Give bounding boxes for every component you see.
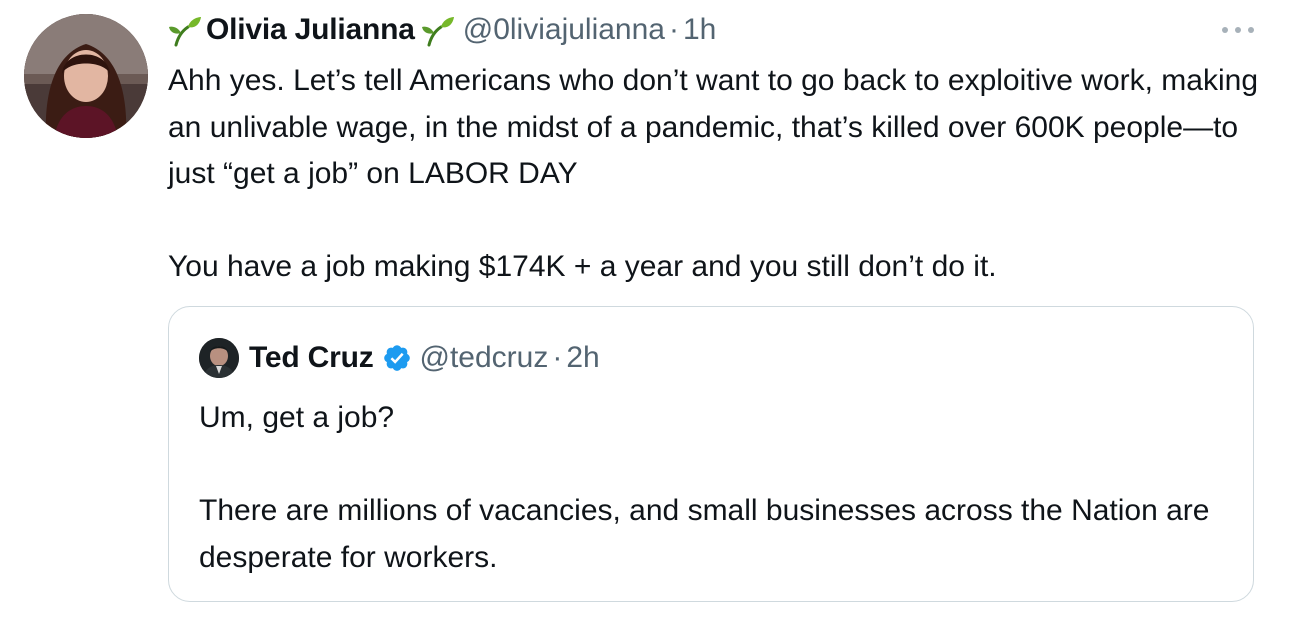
tweet[interactable]: Olivia Julianna @0liviajulianna · 1h Ahh… (0, 0, 1296, 621)
tweet-text-paragraph: Ahh yes. Let’s tell Americans who don’t … (168, 64, 1259, 190)
author-display-name[interactable]: Olivia Julianna (206, 13, 415, 47)
separator-dot: · (669, 13, 679, 46)
quoted-tweet-text-paragraph: Um, get a job? (199, 401, 395, 434)
seedling-icon (421, 13, 455, 47)
separator-dot: · (552, 341, 563, 374)
author-handle[interactable]: @0liviajulianna (463, 13, 665, 47)
quoted-author-avatar[interactable] (199, 338, 239, 378)
quoted-author-handle[interactable]: @tedcruz (420, 341, 549, 375)
tweet-text-paragraph: You have a job making $174K + a year and… (168, 250, 997, 283)
author-avatar[interactable] (24, 14, 148, 138)
seedling-icon (168, 13, 202, 47)
more-horizontal-icon[interactable] (1222, 24, 1254, 36)
tweet-timestamp[interactable]: 1h (683, 13, 716, 47)
tweet-text: Ahh yes. Let’s tell Americans who don’t … (168, 58, 1258, 291)
quoted-author-display-name[interactable]: Ted Cruz (249, 341, 374, 375)
quoted-tweet[interactable]: Ted Cruz @tedcruz · 2h Um, get a job? Th… (168, 306, 1254, 602)
tweet-header: Olivia Julianna @0liviajulianna · 1h (168, 10, 716, 50)
quoted-tweet-header: Ted Cruz @tedcruz · 2h (199, 337, 600, 379)
quoted-tweet-text-paragraph: There are millions of vacancies, and sma… (199, 494, 1210, 574)
quoted-tweet-text: Um, get a job? There are millions of vac… (199, 395, 1219, 581)
verified-badge-icon (382, 343, 412, 373)
quoted-tweet-timestamp[interactable]: 2h (566, 341, 599, 375)
